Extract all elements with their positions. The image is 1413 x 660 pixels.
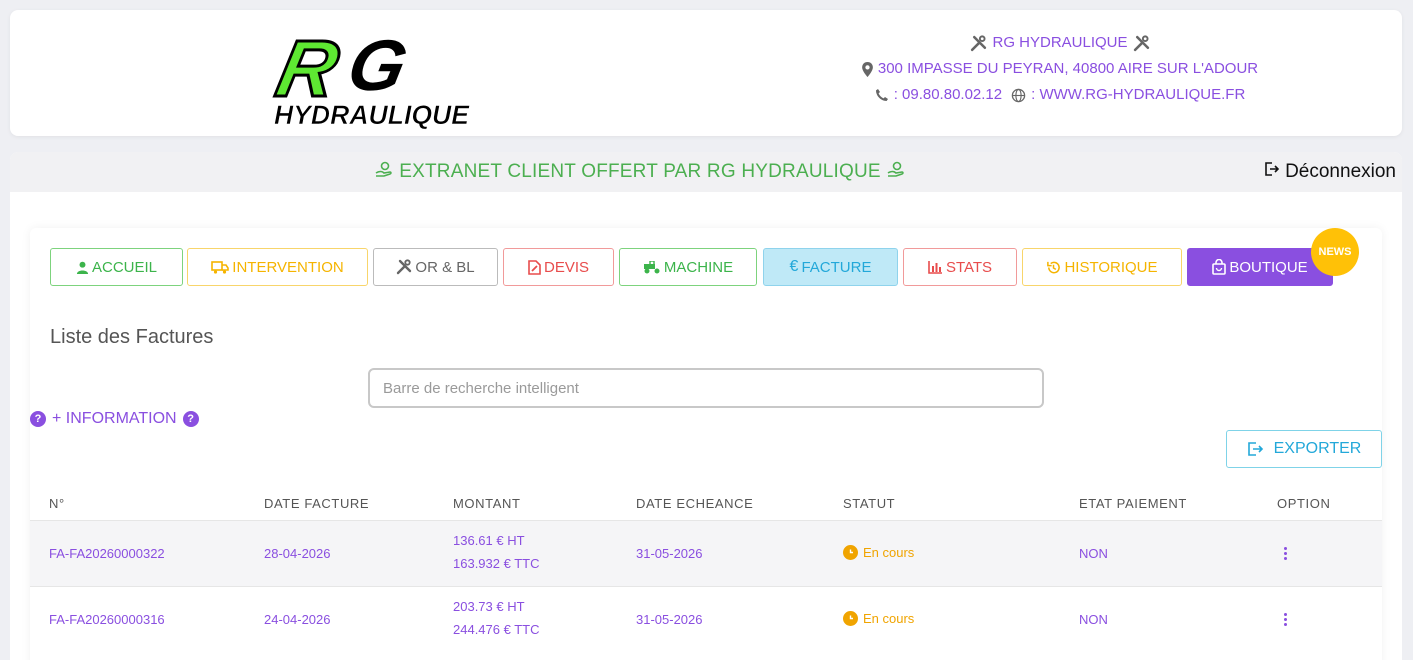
banner-title: EXTRANET CLIENT OFFERT PAR RG HYDRAULIQU… <box>399 161 881 182</box>
payment-state: NON <box>1079 546 1108 561</box>
clock-icon <box>843 545 858 560</box>
logo-letter-g: G <box>341 26 414 106</box>
company-address: 300 IMPASSE DU PEYRAN, 40800 AIRE SUR L'… <box>877 60 1259 77</box>
nav-machine-label: MACHINE <box>663 258 734 276</box>
column-header-date[interactable]: DATE FACTURE <box>264 496 369 511</box>
nav-devis-button[interactable]: DEVIS <box>503 248 614 286</box>
banner-title-wrap: EXTRANET CLIENT OFFERT PAR RG HYDRAULIQU… <box>10 152 1270 192</box>
status-label: En cours <box>863 545 915 560</box>
column-header-status[interactable]: STATUT <box>843 496 895 511</box>
nav-stats-button[interactable]: STATS <box>903 248 1017 286</box>
address-line: 300 IMPASSE DU PEYRAN, 40800 AIRE SUR L'… <box>750 56 1370 82</box>
company-info: RG HYDRAULIQUE 300 IMPASSE DU PEYRAN, 40… <box>750 30 1370 108</box>
table-row: FA-FA20260000316 24-04-2026 203.73 € HT … <box>30 586 1382 652</box>
nav-machine-button[interactable]: MACHINE <box>619 248 757 286</box>
table-row: FA-FA20260000322 28-04-2026 136.61 € HT … <box>30 520 1382 586</box>
invoice-date: 24-04-2026 <box>264 612 331 627</box>
file-edit-icon <box>528 259 541 275</box>
nav-orbl-button[interactable]: OR & BL <box>373 248 498 286</box>
hand-coin-icon <box>887 160 905 184</box>
column-header-number[interactable]: N° <box>49 496 65 511</box>
company-logo: R G HYDRAULIQUE <box>268 26 470 130</box>
tools-icon <box>397 259 412 275</box>
invoice-date: 28-04-2026 <box>264 546 331 561</box>
invoice-panel: ACCUEIL INTERVENTION OR & BL DEVIS MACHI… <box>30 228 1382 660</box>
row-options-icon[interactable] <box>1284 547 1287 560</box>
status-label: En cours <box>863 611 915 626</box>
export-button[interactable]: EXPORTER <box>1226 430 1382 468</box>
extranet-banner: EXTRANET CLIENT OFFERT PAR RG HYDRAULIQU… <box>10 152 1402 192</box>
information-label: + INFORMATION <box>52 410 177 427</box>
clock-icon <box>843 611 858 626</box>
logout-label: Déconnexion <box>1285 161 1396 182</box>
amount-ttc: 244.476 € TTC <box>453 622 540 637</box>
nav-accueil-label: ACCUEIL <box>91 258 158 276</box>
main-card: EXTRANET CLIENT OFFERT PAR RG HYDRAULIQU… <box>10 152 1402 660</box>
nav-accueil-button[interactable]: ACCUEIL <box>50 248 183 286</box>
due-date: 31-05-2026 <box>636 612 703 627</box>
company-name-line: RG HYDRAULIQUE <box>750 30 1370 56</box>
nav-facture-label: FACTURE <box>801 258 872 276</box>
map-marker-icon <box>862 61 873 77</box>
due-date: 31-05-2026 <box>636 546 703 561</box>
truck-icon <box>211 260 230 274</box>
column-header-payment[interactable]: ETAT PAIEMENT <box>1079 496 1187 511</box>
payment-state: NON <box>1079 612 1108 627</box>
company-name: RG HYDRAULIQUE <box>992 34 1128 51</box>
user-icon <box>76 261 89 274</box>
question-icon: ? <box>30 411 46 427</box>
export-label: EXPORTER <box>1273 440 1362 457</box>
column-header-amount[interactable]: MONTANT <box>453 496 521 511</box>
nav-historique-label: HISTORIQUE <box>1064 258 1158 276</box>
export-icon <box>1247 442 1263 456</box>
invoice-number[interactable]: FA-FA20260000316 <box>49 612 165 627</box>
shopping-bag-icon <box>1212 259 1227 275</box>
status-badge: En cours <box>843 611 914 626</box>
nav-intervention-label: INTERVENTION <box>232 258 344 276</box>
history-icon <box>1047 261 1061 273</box>
phone-icon <box>875 88 889 102</box>
nav-facture-button[interactable]: € FACTURE <box>763 248 898 286</box>
tractor-icon <box>643 260 660 273</box>
nav-orbl-label: OR & BL <box>415 258 475 276</box>
row-options-icon[interactable] <box>1284 613 1287 626</box>
tools-icon <box>1133 34 1150 52</box>
hand-coin-icon <box>375 160 393 184</box>
invoice-number[interactable]: FA-FA20260000322 <box>49 546 165 561</box>
column-header-option: OPTION <box>1277 496 1331 511</box>
logo-wordmark: HYDRAULIQUE <box>274 100 470 130</box>
nav-historique-button[interactable]: HISTORIQUE <box>1022 248 1182 286</box>
company-phone[interactable]: : 09.80.80.02.12 <box>894 82 1002 108</box>
amount-ht: 136.61 € HT <box>453 533 525 548</box>
globe-icon <box>1011 88 1026 103</box>
euro-icon: € <box>789 258 799 275</box>
search-input[interactable] <box>368 368 1044 408</box>
nav-stats-label: STATS <box>945 258 993 276</box>
nav-boutique-label: BOUTIQUE <box>1229 258 1308 276</box>
page-title: Liste des Factures <box>50 326 214 348</box>
company-website[interactable]: : WWW.RG-HYDRAULIQUE.FR <box>1031 82 1245 108</box>
tools-icon <box>970 34 987 52</box>
logout-button[interactable]: Déconnexion <box>1263 152 1396 192</box>
bar-chart-icon <box>928 261 942 274</box>
nav-intervention-button[interactable]: INTERVENTION <box>187 248 368 286</box>
amount-ttc: 163.932 € TTC <box>453 556 540 571</box>
header-card: R G HYDRAULIQUE RG HYDRAULIQUE 300 IMPAS… <box>10 10 1402 136</box>
logout-icon <box>1263 161 1280 183</box>
amount-ht: 203.73 € HT <box>453 599 525 614</box>
contact-line: : 09.80.80.02.12 : WWW.RG-HYDRAULIQUE.FR <box>750 82 1370 108</box>
news-badge: NEWS <box>1311 228 1359 276</box>
question-icon: ? <box>182 411 199 427</box>
information-link[interactable]: ? + INFORMATION ? <box>30 410 199 428</box>
nav-devis-label: DEVIS <box>543 258 589 276</box>
status-badge: En cours <box>843 545 914 560</box>
column-header-due-date[interactable]: DATE ECHEANCE <box>636 496 753 511</box>
